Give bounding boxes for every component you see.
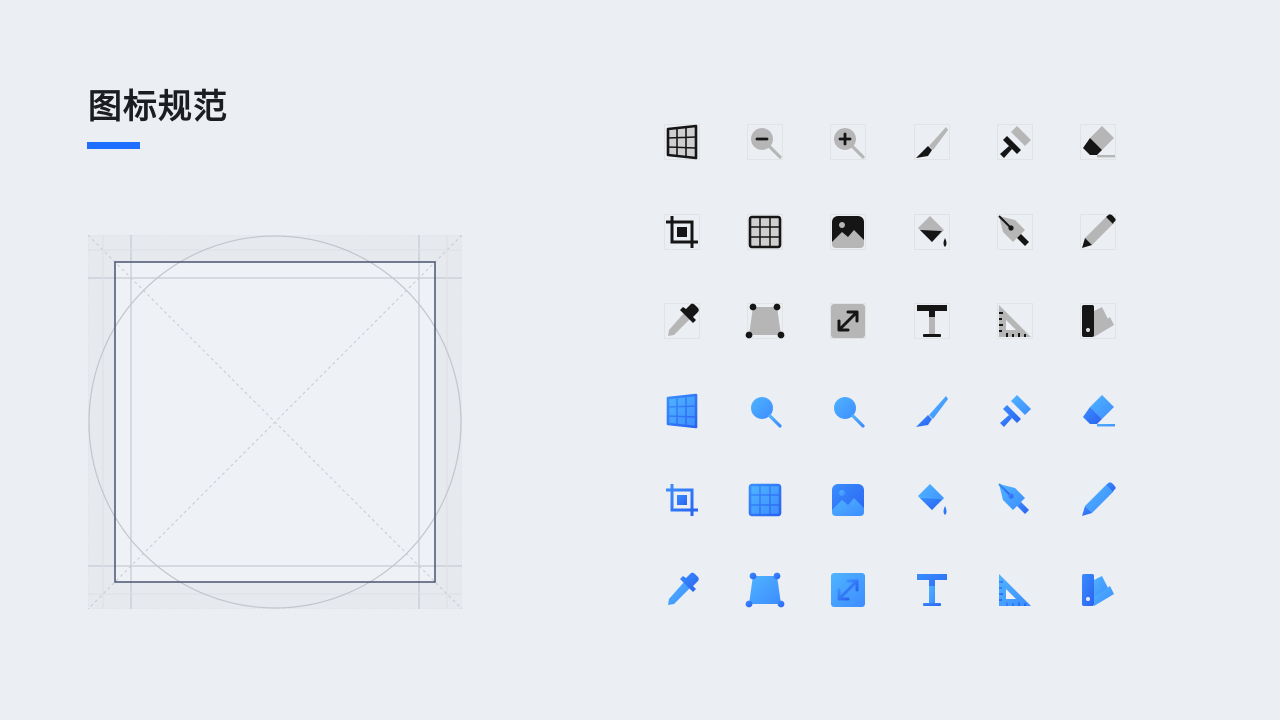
- icon-set: [664, 124, 1116, 608]
- text-icon: [914, 572, 950, 608]
- image-icon: [830, 213, 867, 250]
- eyedropper-icon: [664, 572, 700, 608]
- resize-icon: [830, 303, 867, 339]
- triangle-ruler-icon: [996, 303, 1033, 339]
- distort-icon: [745, 572, 785, 608]
- zoom-out-icon: [747, 124, 783, 160]
- resize-icon: [830, 572, 866, 608]
- perspective-grid-icon: [664, 393, 700, 429]
- perspective-grid-icon: [664, 124, 700, 160]
- eyedropper-icon: [664, 303, 700, 339]
- paint-roller-icon: [997, 393, 1033, 429]
- page-title: 图标规范: [88, 87, 228, 127]
- pencil-icon: [1080, 482, 1116, 518]
- grid-icon: [747, 482, 783, 518]
- icon-keyline-grid: [88, 235, 462, 609]
- brush-icon: [913, 124, 950, 160]
- swatches-icon: [1080, 303, 1116, 339]
- zoom-out-icon: [747, 393, 783, 429]
- text-icon: [913, 303, 950, 339]
- paint-bucket-icon: [913, 213, 950, 250]
- eraser-icon: [1080, 393, 1116, 429]
- pencil-icon: [1080, 213, 1116, 250]
- zoom-in-icon: [830, 393, 866, 429]
- title-underline: [87, 142, 140, 149]
- crop-icon: [664, 213, 700, 250]
- eraser-icon: [1080, 124, 1116, 160]
- swatches-icon: [1080, 572, 1116, 608]
- crop-icon: [664, 482, 700, 518]
- triangle-ruler-icon: [997, 572, 1033, 608]
- distort-icon: [745, 303, 785, 339]
- brush-icon: [914, 393, 950, 429]
- grid-icon: [747, 213, 783, 250]
- pen-nib-icon: [997, 482, 1033, 518]
- image-icon: [830, 482, 866, 518]
- paint-roller-icon: [996, 124, 1033, 160]
- paint-bucket-icon: [914, 482, 950, 518]
- zoom-in-icon: [830, 124, 867, 160]
- pen-nib-icon: [996, 213, 1033, 250]
